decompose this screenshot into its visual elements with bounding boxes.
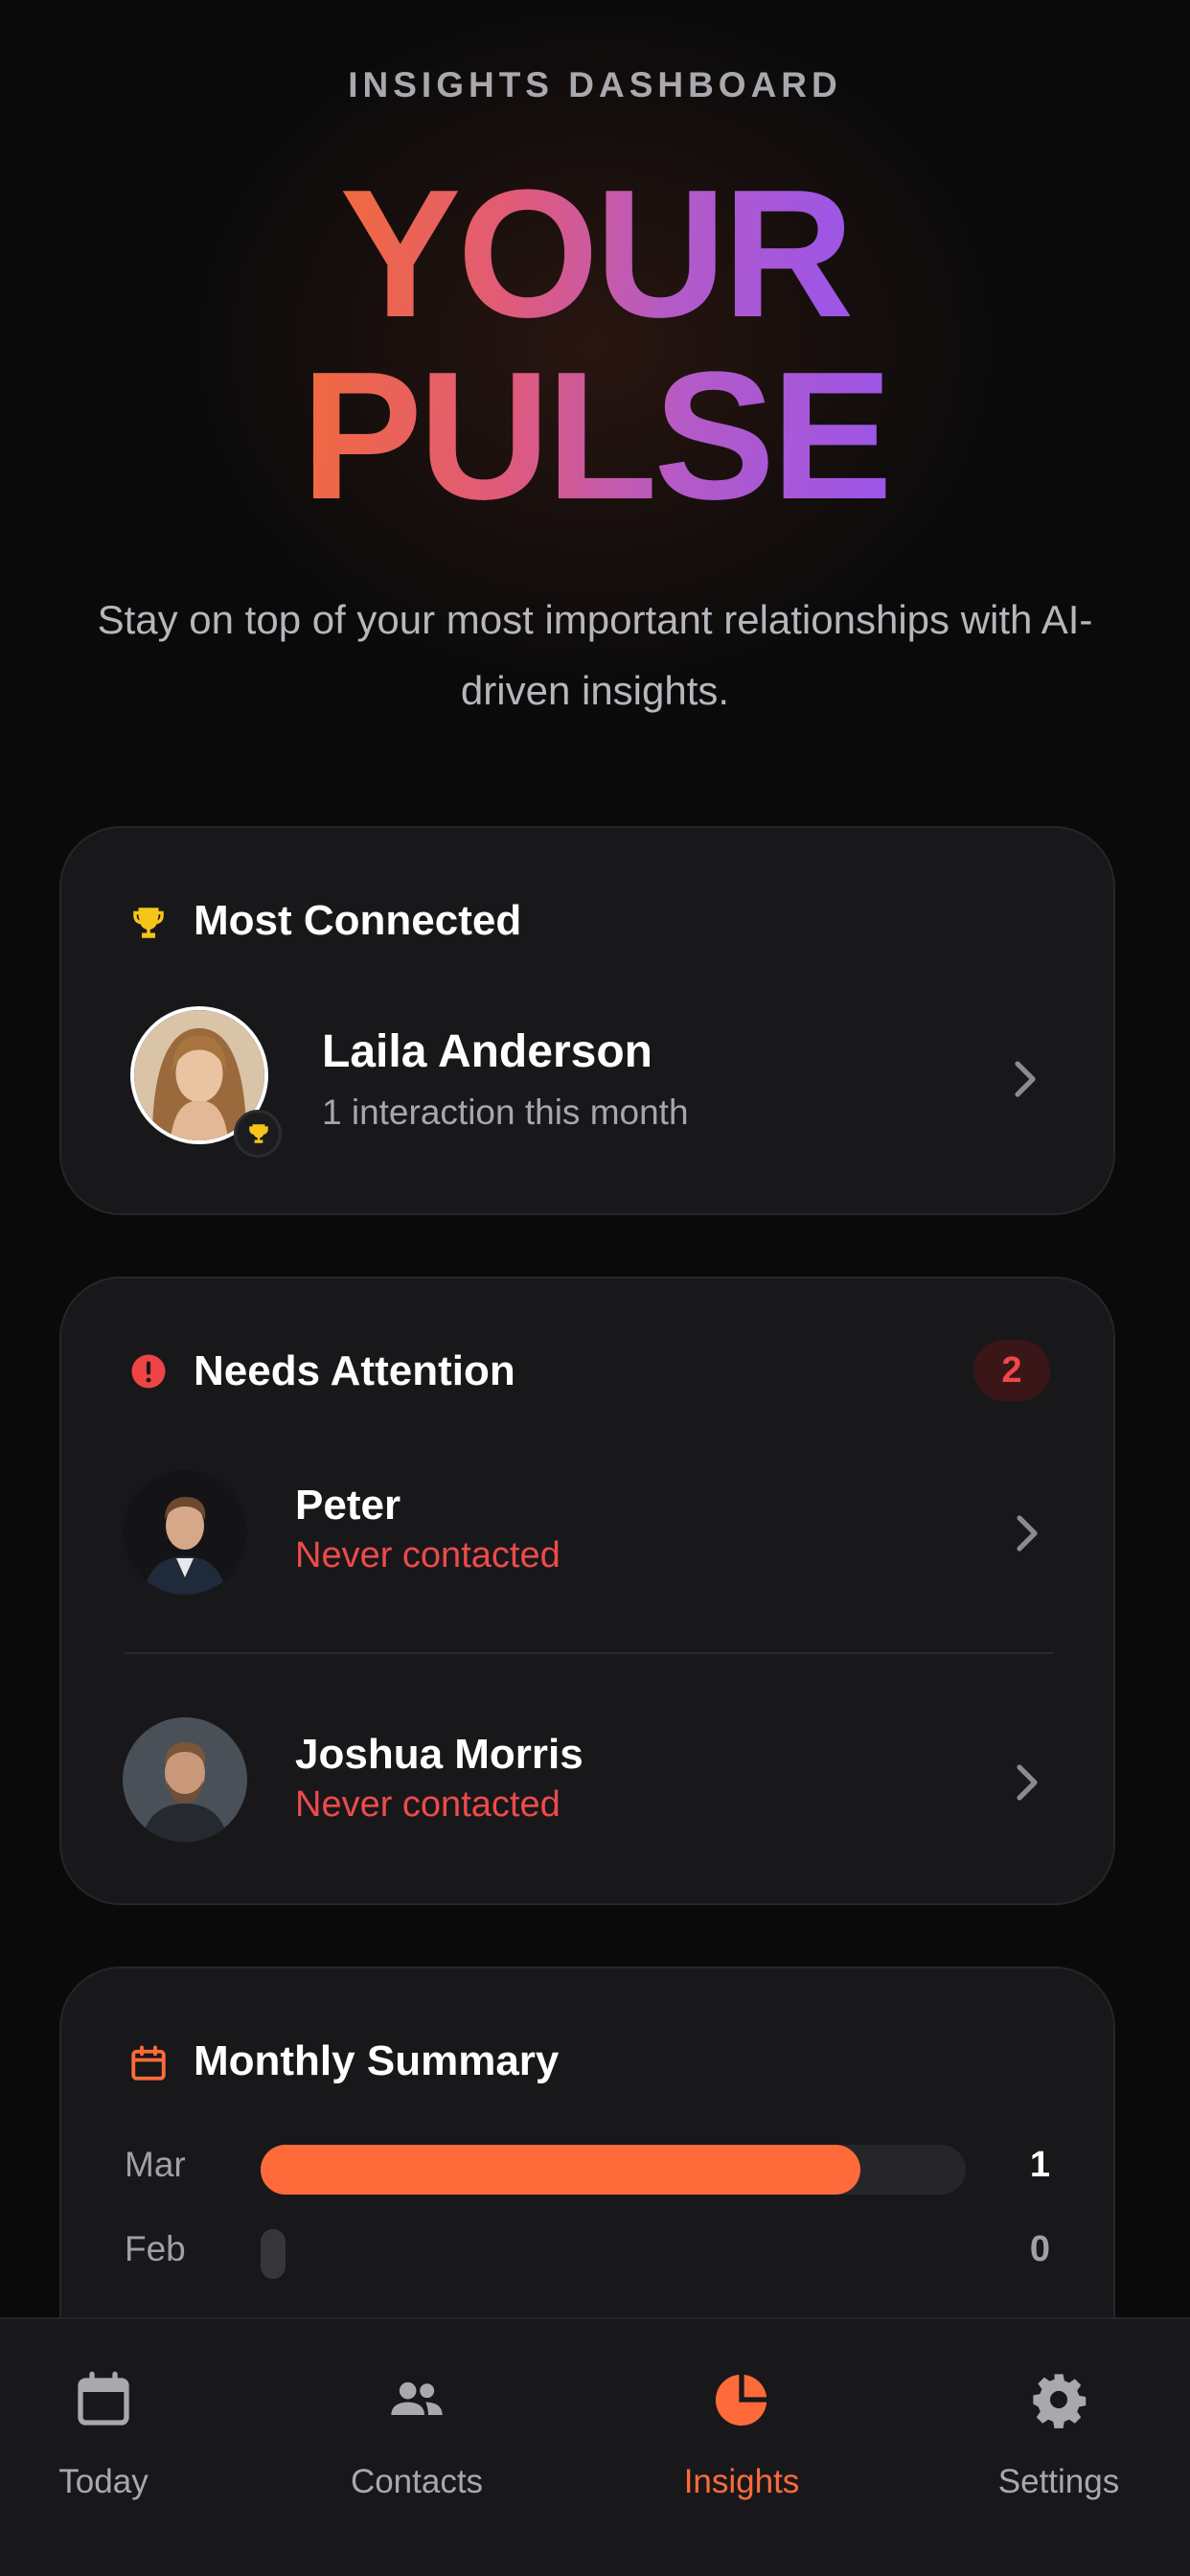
gear-icon <box>1033 2374 1087 2428</box>
tab-contacts[interactable]: Contacts <box>273 2319 561 2530</box>
most-connected-title: Most Connected <box>194 897 522 944</box>
insights-page: INSIGHTS DASHBOARD YOUR PULSE Stay on to… <box>0 0 1190 2576</box>
page-title: YOUR PULSE <box>0 163 1190 527</box>
most-connected-card: Most Connected Laila Anderson 1 interact… <box>59 826 1115 1215</box>
contact-name: Peter <box>295 1482 401 1529</box>
bottom-tab-bar: Today Contacts Insights Settings <box>0 2317 1190 2576</box>
summary-bar-fill <box>261 2145 860 2195</box>
calendar-icon <box>131 2045 166 2081</box>
avatar <box>123 1470 247 1595</box>
contact-interaction-count: 1 interaction this month <box>322 1092 689 1132</box>
summary-bar-track <box>261 2145 966 2195</box>
alert-icon <box>131 1354 166 1389</box>
needs-attention-card: Needs Attention 2 Peter Never contacted <box>59 1276 1115 1905</box>
contact-name: Laila Anderson <box>322 1026 652 1077</box>
summary-value: 1 <box>1029 2145 1050 2185</box>
contact-status: Never contacted <box>295 1784 561 1825</box>
tab-label: Insights <box>683 2463 800 2500</box>
people-icon <box>391 2381 443 2415</box>
page-eyebrow: INSIGHTS DASHBOARD <box>348 65 842 104</box>
summary-month-label: Mar <box>125 2145 186 2184</box>
row-divider <box>125 1652 1054 1654</box>
page-title-line-1: YOUR <box>339 152 855 356</box>
page-subtitle: Stay on top of your most important relat… <box>97 597 1093 713</box>
contact-name: Joshua Morris <box>295 1731 584 1778</box>
tab-label: Today <box>58 2463 149 2500</box>
chevron-right-icon <box>1017 1764 1038 1801</box>
tab-label: Settings <box>997 2463 1120 2500</box>
summary-bar-track <box>261 2229 966 2279</box>
pie-chart-icon <box>715 2374 767 2426</box>
avatar <box>123 1717 247 1842</box>
needs-attention-count-badge: 2 <box>973 1340 1050 1401</box>
chevron-right-icon <box>1015 1061 1036 1097</box>
tab-settings[interactable]: Settings <box>915 2319 1190 2530</box>
tab-label: Contacts <box>350 2463 484 2500</box>
monthly-summary-title: Monthly Summary <box>194 2037 560 2084</box>
trophy-icon <box>249 1124 268 1143</box>
summary-month-label: Feb <box>125 2229 186 2268</box>
tab-today[interactable]: Today <box>0 2319 247 2530</box>
trophy-icon <box>133 908 164 938</box>
summary-bar-fill <box>261 2229 286 2279</box>
needs-attention-title: Needs Attention <box>194 1347 515 1394</box>
calendar-icon <box>78 2371 129 2426</box>
page-title-line-2: PULSE <box>301 334 892 538</box>
trophy-badge <box>234 1110 282 1158</box>
contact-status: Never contacted <box>295 1535 561 1576</box>
summary-value: 0 <box>1029 2229 1050 2269</box>
chevron-right-icon <box>1017 1515 1038 1552</box>
tab-insights[interactable]: Insights <box>598 2319 885 2530</box>
